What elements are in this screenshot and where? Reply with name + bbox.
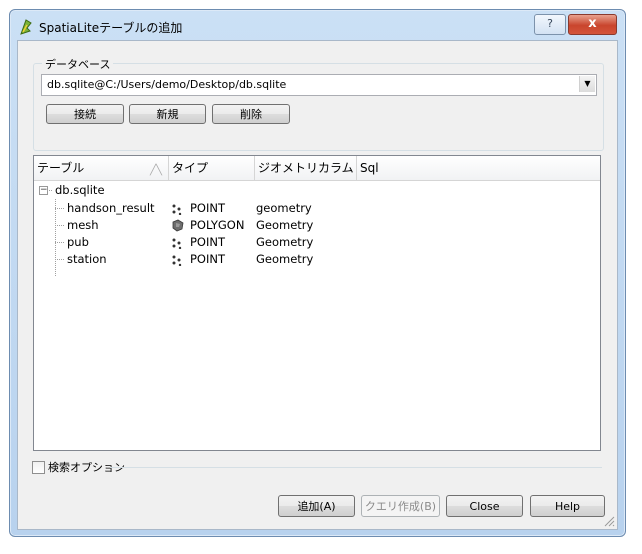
titlebar-help-button[interactable]: ?	[534, 14, 566, 35]
table-row[interactable]: handson_result POINT geometry	[34, 200, 600, 217]
database-select-value: db.sqlite@C:/Users/demo/Desktop/db.sqlit…	[47, 78, 287, 91]
database-group: データベース db.sqlite@C:/Users/demo/Desktop/d…	[33, 56, 604, 151]
new-button[interactable]: 新規	[129, 104, 206, 124]
table-row[interactable]: station POINT Geometry	[34, 251, 600, 268]
table-geometry-column: geometry	[256, 201, 312, 215]
table-geometry-column: Geometry	[256, 252, 314, 266]
dialog-body: データベース db.sqlite@C:/Users/demo/Desktop/d…	[17, 40, 618, 530]
table-name: handson_result	[67, 201, 155, 215]
tree-header: テーブル ╱╲ タイプ ジオメトリカラム Sql	[34, 156, 600, 181]
database-root-label: db.sqlite	[55, 183, 105, 197]
resize-grip-icon[interactable]	[603, 515, 615, 527]
table-type: POINT	[190, 235, 226, 249]
polygon-icon	[172, 219, 184, 232]
table-type: POINT	[190, 252, 226, 266]
qgis-app-icon	[20, 19, 32, 35]
tree-root-row[interactable]: − db.sqlite	[34, 182, 600, 199]
column-header-table[interactable]: テーブル ╱╲	[34, 156, 169, 180]
search-options-checkbox[interactable]	[32, 461, 45, 474]
delete-button[interactable]: 削除	[212, 104, 290, 124]
close-button[interactable]: Close	[446, 495, 523, 517]
database-group-label: データベース	[42, 56, 114, 72]
database-select[interactable]: db.sqlite@C:/Users/demo/Desktop/db.sqlit…	[41, 74, 597, 96]
table-geometry-column: Geometry	[256, 218, 314, 232]
search-options-divider	[110, 467, 602, 468]
chevron-down-icon[interactable]: ▼	[579, 76, 595, 92]
point-icon	[172, 255, 182, 266]
table-row[interactable]: mesh POLYGON Geometry	[34, 217, 600, 234]
tree-connector	[47, 190, 52, 191]
connect-button[interactable]: 接続	[46, 104, 124, 124]
build-query-button[interactable]: クエリ作成(B)	[361, 495, 440, 517]
column-header-type[interactable]: タイプ	[169, 156, 255, 180]
tree-connector	[55, 259, 64, 260]
point-icon	[172, 238, 182, 249]
sort-ascending-icon: ╱╲	[149, 165, 162, 176]
table-name: station	[67, 252, 107, 266]
column-header-sql[interactable]: Sql	[357, 156, 600, 180]
table-row[interactable]: pub POINT Geometry	[34, 234, 600, 251]
table-type: POLYGON	[190, 218, 245, 232]
table-name: mesh	[67, 218, 99, 232]
table-geometry-column: Geometry	[256, 235, 314, 249]
tree-connector	[55, 225, 64, 226]
title-bar[interactable]: SpatiaLiteテーブルの追加 ? x	[10, 10, 625, 40]
tree-connector	[55, 242, 64, 243]
table-type: POINT	[190, 201, 226, 215]
add-button[interactable]: 追加(A)	[278, 495, 355, 517]
column-header-geometry[interactable]: ジオメトリカラム	[255, 156, 357, 180]
tree-connector	[55, 208, 64, 209]
titlebar-close-button[interactable]: x	[568, 14, 617, 35]
layer-tree[interactable]: テーブル ╱╲ タイプ ジオメトリカラム Sql − db.sqlite han…	[33, 155, 601, 451]
column-header-table-label: テーブル	[37, 161, 85, 175]
point-icon	[172, 204, 182, 215]
window-title: SpatiaLiteテーブルの追加	[39, 21, 183, 35]
table-name: pub	[67, 235, 89, 249]
help-button[interactable]: Help	[530, 495, 605, 517]
dialog-window: SpatiaLiteテーブルの追加 ? x データベース db.sqlite@C…	[9, 9, 626, 537]
